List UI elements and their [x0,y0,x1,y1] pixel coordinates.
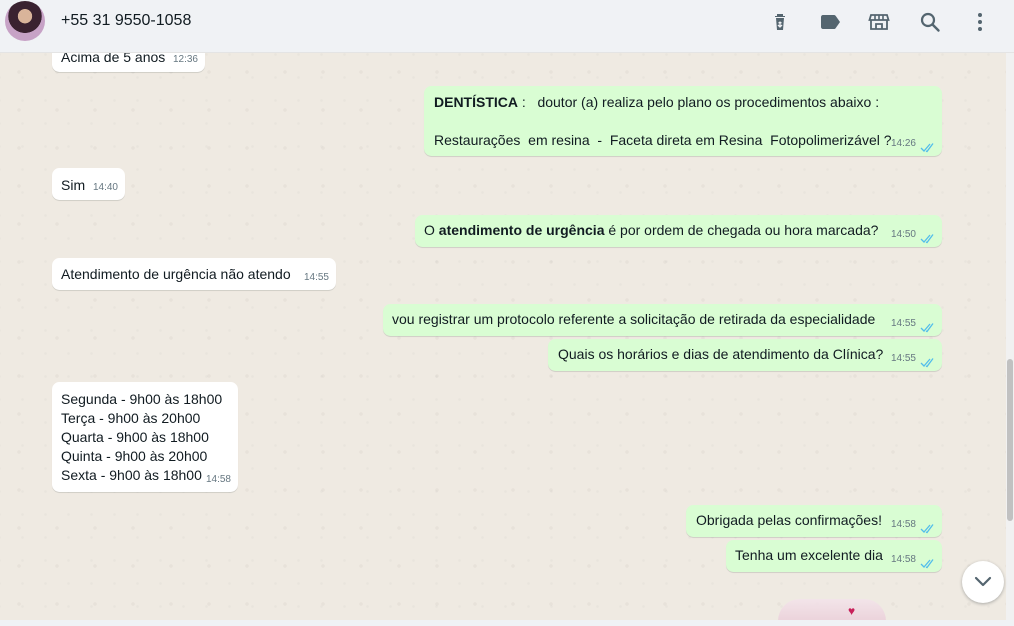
sticker-image[interactable] [778,599,886,621]
read-ticks-icon [920,523,936,534]
message-text: DENTÍSTICA : doutor (a) realiza pelo pla… [434,93,942,112]
delete-icon[interactable] [768,10,792,34]
message-outgoing[interactable]: Tenha um excelente dia 14:58 [726,540,942,572]
read-ticks-icon [920,322,936,333]
schedule-line: Terça - 9h00 às 20h00 [61,410,201,426]
message-time: 14:58 [205,474,231,485]
message-time: 14:40 [92,182,118,193]
heart-icon: ♥ [848,604,856,618]
message-incoming[interactable]: Atendimento de urgência não atendo 14:55 [52,258,336,290]
scrollbar[interactable] [1006,53,1014,620]
scroll-to-bottom-button[interactable] [962,561,1004,603]
message-text: O atendimento de urgência é por ordem de… [424,221,942,240]
composer-bar [0,620,1014,626]
message-time: 12:36 [172,54,198,65]
message-time: 14:50 [890,229,916,240]
menu-icon[interactable] [968,10,992,34]
schedule-line: Quarta - 9h00 às 18h00 [61,429,209,445]
message-text: Quais os horários e dias de atendimento … [558,346,884,362]
message-time: 14:58 [890,519,916,530]
message-bold-text: atendimento de urgência [438,222,605,238]
message-text: vou registrar um protocolo referente a s… [392,311,876,327]
read-ticks-icon [920,233,936,244]
message-text-pre: O [424,222,439,238]
message-text-rest: : doutor (a) realiza pelo plano os proce… [518,94,880,110]
message-incoming-schedule[interactable]: Segunda - 9h00 às 18h00 Terça - 9h00 às … [52,382,238,492]
label-icon[interactable] [818,10,842,34]
avatar[interactable] [5,1,45,41]
message-time: 14:55 [890,353,916,364]
store-icon[interactable] [867,10,891,34]
contact-name[interactable]: +55 31 9550-1058 [61,12,191,30]
read-ticks-icon [920,142,936,153]
message-list[interactable]: Acima de 5 anos 12:36 DENTÍSTICA : douto… [0,53,1006,620]
message-outgoing[interactable]: vou registrar um protocolo referente a s… [383,304,942,336]
message-time: 14:55 [890,318,916,329]
message-outgoing[interactable]: O atendimento de urgência é por ordem de… [415,215,942,247]
message-text-post: é por ordem de chegada ou hora marcada? [604,222,879,238]
message-outgoing[interactable]: DENTÍSTICA : doutor (a) realiza pelo pla… [424,86,942,156]
message-time: 14:55 [303,272,329,283]
scrollbar-thumb[interactable] [1007,359,1013,521]
read-ticks-icon [920,558,936,569]
message-incoming[interactable]: Acima de 5 anos 12:36 [52,53,205,72]
message-incoming[interactable]: Sim 14:40 [52,168,125,200]
message-text: Atendimento de urgência não atendo [61,266,291,282]
message-outgoing[interactable]: Obrigada pelas confirmações! 14:58 [686,505,942,537]
schedule-line: Segunda - 9h00 às 18h00 [61,391,223,407]
message-time: 14:26 [890,138,916,149]
message-time: 14:58 [890,554,916,565]
message-bold-text: DENTÍSTICA [434,94,518,110]
chevron-down-icon [974,576,992,587]
search-icon[interactable] [918,10,942,34]
message-outgoing[interactable]: Quais os horários e dias de atendimento … [548,339,942,371]
chat-header: +55 31 9550-1058 [0,0,1014,53]
schedule-line: Quinta - 9h00 às 20h00 [61,448,208,464]
read-ticks-icon [920,357,936,368]
message-text-line2: Restaurações em resina - Faceta direta e… [434,132,892,148]
